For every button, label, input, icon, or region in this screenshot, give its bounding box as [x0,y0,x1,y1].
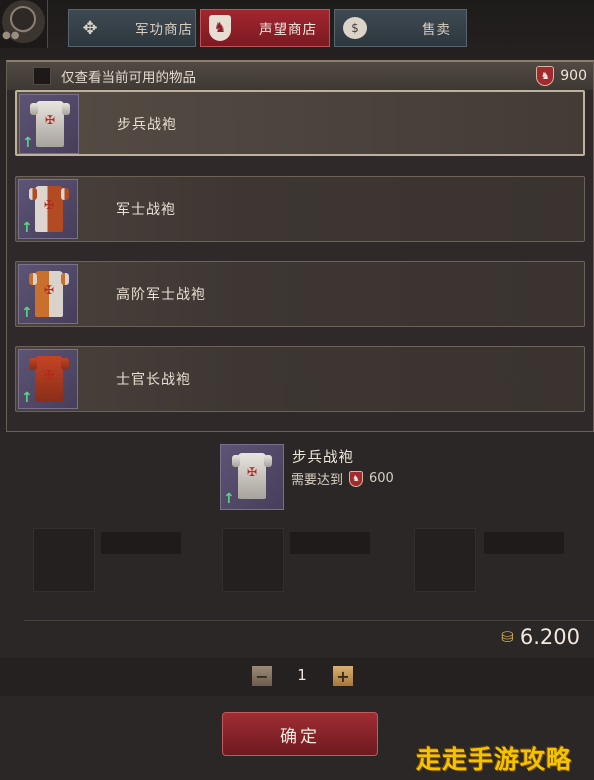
item-thumbnail: ✠ ↑ [18,349,78,409]
watermark: 走走手游攻略 [416,745,573,774]
item-name: 高阶军士战袍 [116,287,206,303]
upgrade-arrow-icon: ↑ [22,135,34,151]
upgrade-arrow-icon: ↑ [21,390,33,406]
list-item[interactable]: ✠ ↑ 步兵战袍 [15,90,585,156]
upgrade-arrow-icon: ↑ [21,220,33,236]
coin-icon: ⛁ [501,628,514,646]
available-only-checkbox[interactable] [33,67,51,85]
item-thumbnail: ✠ ↑ [19,94,79,154]
empty-slot [33,528,95,592]
detail-item-thumbnail: ✠ ↑ [220,444,284,510]
tab-reputation-shop[interactable]: ♞ 声望商店 [200,9,330,47]
item-name: 军士战袍 [116,202,176,218]
coin-bag-icon: $ [343,17,367,39]
quantity-value: 1 [297,666,307,684]
detail-requirement: 需要达到 ♞ 600 [291,469,394,488]
upgrade-arrow-icon: ↑ [223,491,235,507]
list-item[interactable]: ✠ ↑ 高阶军士战袍 [15,261,585,327]
detail-item-name: 步兵战袍 [292,450,354,466]
shield-icon: ♞ [209,15,231,41]
item-name: 步兵战袍 [117,117,177,133]
tabard-icon: ✠ [30,101,70,147]
increase-quantity-button[interactable]: + [333,666,353,686]
upgrade-arrow-icon: ↑ [21,305,33,321]
top-bar: ●● ✥ 军功商店 ♞ 声望商店 $ 售卖 [0,0,594,60]
tabard-icon: ✠ [29,271,69,317]
price-display: ⛁ 6.200 [501,625,580,649]
tabard-icon: ✠ [29,356,69,402]
menu-emblem-icon[interactable]: ●● [0,0,48,48]
coins-icon: ●● [2,30,20,41]
empty-slot-label [290,532,370,554]
reputation-shield-icon: ♞ [349,470,364,487]
confirm-button[interactable]: 确定 [222,712,378,756]
requirement-label: 需要达到 [291,473,344,488]
tab-merit-shop[interactable]: ✥ 军功商店 [68,9,196,47]
cross-icon: ✥ [82,17,98,39]
empty-slot-label [484,532,564,554]
list-item[interactable]: ✠ ↑ 士官长战袍 [15,346,585,412]
empty-slot [414,528,476,592]
decrease-quantity-button[interactable]: − [252,666,272,686]
dial-icon [10,6,36,32]
tabard-icon: ✠ [232,453,272,499]
reputation-balance: ♞ 900 [536,66,587,86]
tab-label: 售卖 [422,22,451,38]
filter-row: 仅查看当前可用的物品 ♞ 900 [7,62,593,90]
item-list-panel: 仅查看当前可用的物品 ♞ 900 ✠ ↑ 步兵战袍 ✠ ↑ 军士战袍 ✠ ↑ 高… [6,60,594,432]
empty-slot [222,528,284,592]
list-item[interactable]: ✠ ↑ 军士战袍 [15,176,585,242]
reputation-shield-icon: ♞ [536,66,555,86]
requirement-value: 600 [369,471,394,486]
tab-label: 军功商店 [135,22,193,38]
divider [24,620,594,621]
empty-slot-label [101,532,181,554]
tab-sell[interactable]: $ 售卖 [334,9,467,47]
item-thumbnail: ✠ ↑ [18,179,78,239]
item-name: 士官长战袍 [116,372,191,388]
tab-label: 声望商店 [259,22,317,38]
tabard-icon: ✠ [29,186,69,232]
filter-label: 仅查看当前可用的物品 [61,70,196,86]
item-thumbnail: ✠ ↑ [18,264,78,324]
reputation-value: 900 [560,68,587,84]
price-value: 6.200 [519,625,580,649]
